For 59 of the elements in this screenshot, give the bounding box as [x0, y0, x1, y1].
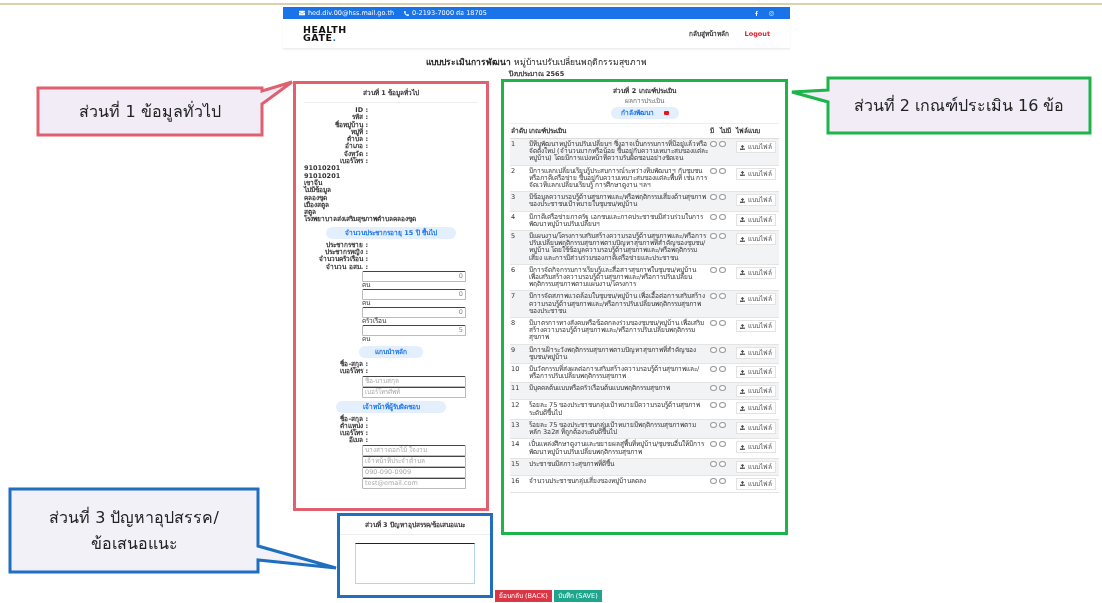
facebook-icon[interactable] [754, 10, 759, 16]
radio-button[interactable] [710, 141, 717, 147]
radio-button[interactable] [710, 402, 717, 409]
upload-icon [740, 270, 745, 276]
form-title: แบบประเมินการพัฒนา หมู่บ้านปรับเปลี่ยนพฤติกรรมสุขภาพ [425, 55, 648, 69]
radio-button[interactable] [719, 460, 726, 467]
radio-button[interactable] [710, 346, 717, 353]
radio-button[interactable] [710, 293, 717, 300]
upload-icon [740, 323, 745, 329]
radio-button[interactable] [710, 421, 717, 428]
radio-button[interactable] [719, 421, 726, 428]
radio-button[interactable] [719, 194, 726, 201]
radio-button[interactable] [710, 233, 717, 240]
upload-icon [740, 369, 745, 375]
upload-icon [740, 425, 745, 431]
upload-icon [740, 464, 745, 470]
radio-button[interactable] [710, 167, 717, 174]
upload-icon [740, 296, 745, 302]
radio-button[interactable] [719, 385, 726, 392]
radio-button[interactable] [719, 266, 726, 273]
radio-button[interactable] [710, 194, 717, 201]
radio-button[interactable] [719, 293, 726, 300]
radio-button[interactable] [710, 385, 717, 392]
radio-button[interactable] [719, 320, 726, 327]
radio-button[interactable] [710, 213, 717, 220]
radio-button[interactable] [719, 346, 726, 353]
callout-text: ข้อเสนอแนะ [90, 532, 178, 555]
phone-icon [404, 10, 410, 16]
radio-button[interactable] [719, 233, 726, 240]
radio-button[interactable] [719, 366, 726, 373]
radio-button[interactable] [710, 441, 717, 448]
upload-icon [740, 444, 745, 450]
upload-icon [740, 217, 745, 223]
upload-icon [740, 406, 745, 411]
upload-icon [740, 171, 745, 177]
comment-field[interactable] [355, 543, 475, 584]
instagram-icon[interactable] [769, 10, 774, 16]
radio-button[interactable] [719, 441, 726, 448]
upload-icon [740, 389, 745, 394]
envelope-icon [299, 10, 305, 16]
callout-text: ส่วนที่ 2 เกณฑ์ประเมิน 16 ข้อ [853, 94, 1065, 117]
radio-button[interactable] [710, 320, 717, 327]
radio-button[interactable] [719, 167, 726, 174]
radio-button[interactable] [719, 141, 726, 147]
radio-button[interactable] [719, 477, 726, 484]
upload-icon [740, 350, 745, 356]
callout-text: ส่วนที่ 1 ข้อมูลทั่วไป [79, 100, 221, 124]
radio-button[interactable] [710, 460, 717, 467]
upload-icon [740, 144, 745, 150]
radio-button[interactable] [719, 213, 726, 220]
radio-button[interactable] [719, 402, 726, 409]
callout-text: ส่วนที่ 3 ปัญหาอุปสรรค/ [49, 506, 219, 530]
upload-icon [740, 236, 745, 242]
upload-icon [740, 197, 745, 203]
radio-button[interactable] [710, 266, 717, 273]
radio-button[interactable] [710, 366, 717, 373]
upload-icon [740, 481, 745, 487]
logo[interactable]: HEALTH GATE. [303, 25, 347, 42]
radio-button[interactable] [710, 477, 717, 484]
